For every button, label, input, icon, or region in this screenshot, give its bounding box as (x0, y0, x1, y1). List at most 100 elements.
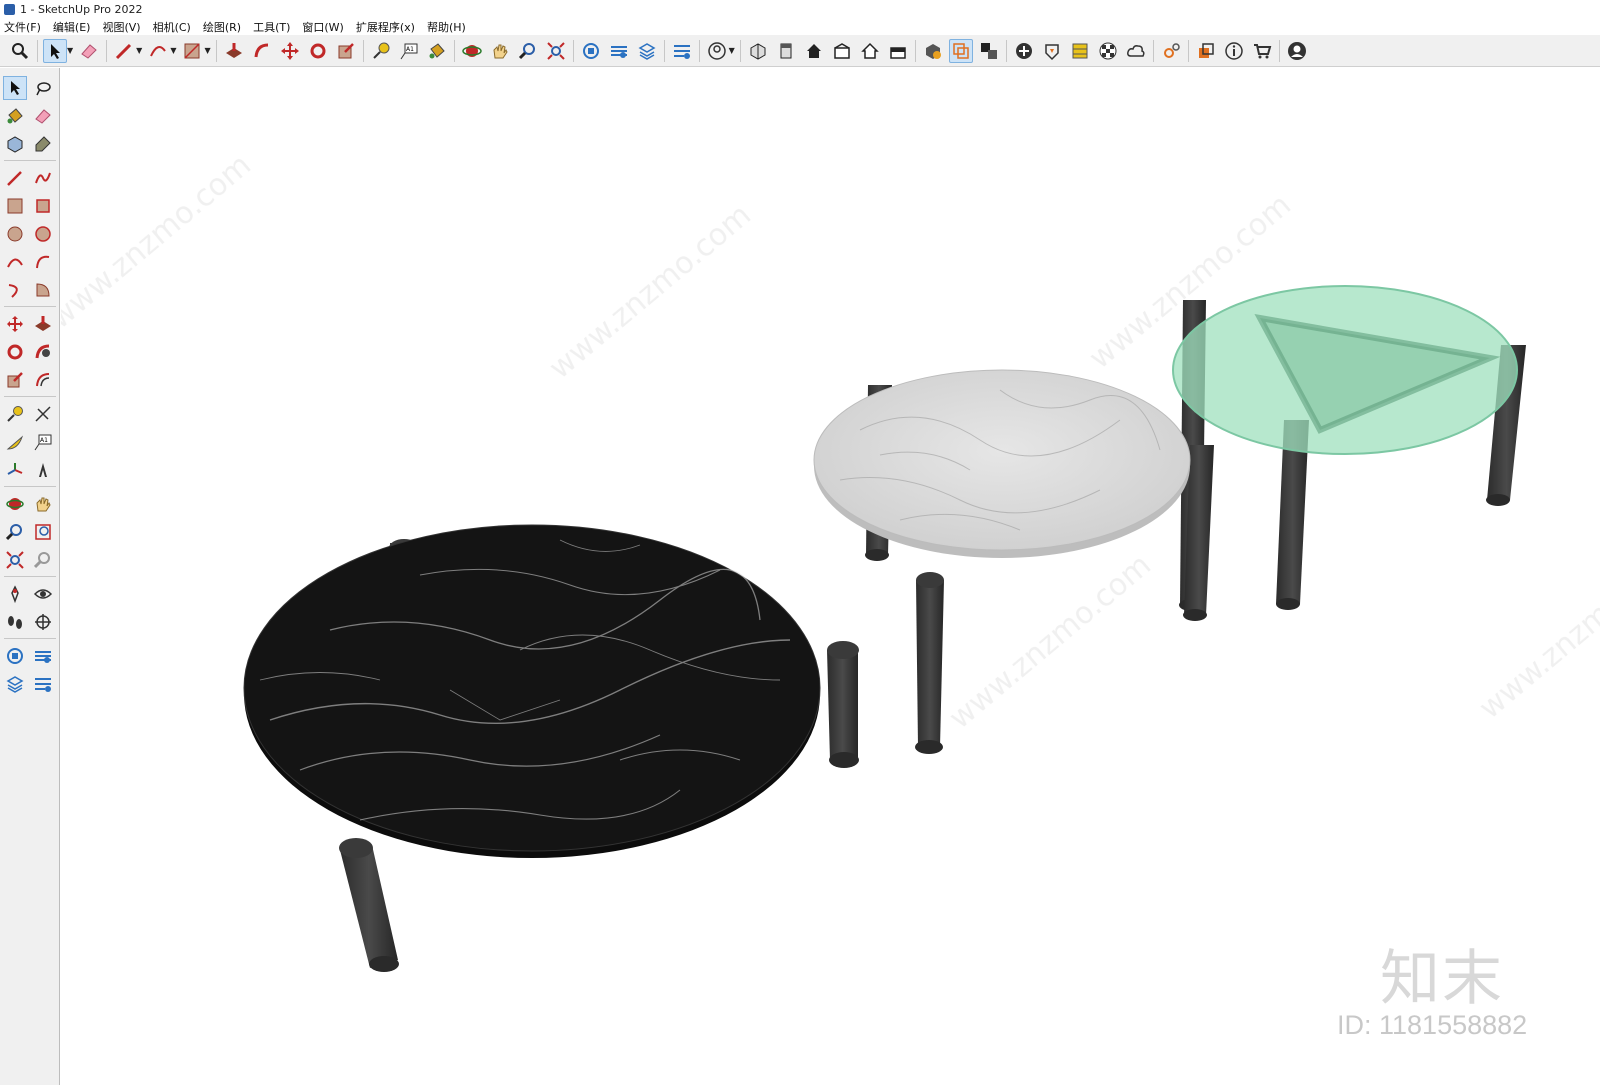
black-marble-table[interactable] (243, 524, 859, 972)
pan-tool-icon[interactable] (31, 492, 55, 516)
line-tool-icon[interactable] (3, 166, 27, 190)
arc-dropdown-icon[interactable]: ▼ (170, 46, 176, 55)
solid-tools-icon[interactable] (921, 39, 945, 63)
text-tool-icon[interactable]: A1 (31, 430, 55, 454)
extension-manager-icon[interactable] (31, 672, 55, 696)
pencil-dropdown-icon[interactable]: ▼ (136, 46, 142, 55)
menu-window[interactable]: 窗口(W) (302, 19, 343, 35)
dimension-tool-icon[interactable] (31, 402, 55, 426)
iso-view-icon[interactable] (746, 39, 770, 63)
3d-viewport[interactable]: www.znzmo.com www.znzmo.com www.znzmo.co… (61, 68, 1600, 1085)
left-view-icon[interactable] (886, 39, 910, 63)
eraser-tool-icon[interactable] (31, 104, 55, 128)
display-section-icon[interactable] (977, 39, 1001, 63)
menu-help[interactable]: 帮助(H) (427, 19, 466, 35)
layout-icon[interactable] (635, 39, 659, 63)
zoom-tool-icon[interactable] (3, 520, 27, 544)
scenes-icon[interactable] (1194, 39, 1218, 63)
user-icon[interactable] (705, 39, 729, 63)
two-point-arc-icon[interactable] (31, 250, 55, 274)
glass-table[interactable] (1172, 285, 1526, 611)
scale-icon[interactable] (334, 39, 358, 63)
text-icon[interactable]: A1 (397, 39, 421, 63)
rotate-icon[interactable] (306, 39, 330, 63)
menu-extensions[interactable]: 扩展程序(x) (356, 19, 415, 35)
sandbox-icon[interactable] (1040, 39, 1064, 63)
move-icon[interactable] (278, 39, 302, 63)
pencil-icon[interactable] (112, 39, 136, 63)
user-dropdown-icon[interactable]: ▼ (729, 46, 735, 55)
rotated-rectangle-icon[interactable] (31, 194, 55, 218)
push-pull-icon[interactable] (222, 39, 246, 63)
rectangle-icon[interactable] (180, 39, 204, 63)
axes-tool-icon[interactable] (3, 458, 27, 482)
lasso-icon[interactable] (31, 76, 55, 100)
section-plane-tool-icon[interactable] (31, 610, 55, 634)
circle-tool-icon[interactable] (3, 222, 27, 246)
pie-tool-icon[interactable] (31, 278, 55, 302)
zoom-extents-icon[interactable] (544, 39, 568, 63)
section-plane-icon[interactable] (948, 38, 973, 63)
scale-tool-icon[interactable] (3, 368, 27, 392)
cloud-icon[interactable] (1124, 39, 1148, 63)
front-view-icon[interactable] (802, 39, 826, 63)
layout-tool-icon[interactable] (3, 672, 27, 696)
add-location-icon[interactable] (1012, 39, 1036, 63)
arc-tool-icon[interactable] (3, 250, 27, 274)
extension-warehouse-icon[interactable] (607, 39, 631, 63)
select-dropdown-icon[interactable]: ▼ (67, 46, 73, 55)
make-component-icon[interactable] (3, 132, 27, 156)
zoom-window-icon[interactable] (516, 39, 540, 63)
menu-draw[interactable]: 绘图(R) (203, 19, 241, 35)
cart-icon[interactable] (1250, 39, 1274, 63)
3d-text-icon[interactable] (31, 458, 55, 482)
extension-tool-icon[interactable] (31, 644, 55, 668)
protractor-tool-icon[interactable] (3, 430, 27, 454)
follow-me-icon[interactable] (250, 39, 274, 63)
menu-file[interactable]: 文件(F) (4, 19, 41, 35)
arc-icon[interactable] (146, 39, 170, 63)
styles-icon[interactable] (670, 39, 694, 63)
3d-warehouse-icon[interactable] (579, 39, 603, 63)
follow-me-tool-icon[interactable] (31, 340, 55, 364)
previous-view-icon[interactable] (31, 548, 55, 572)
freehand-icon[interactable] (31, 166, 55, 190)
menu-edit[interactable]: 编辑(E) (53, 19, 91, 35)
three-point-arc-icon[interactable] (3, 278, 27, 302)
right-view-icon[interactable] (830, 39, 854, 63)
top-view-icon[interactable] (774, 39, 798, 63)
polygon-tool-icon[interactable] (31, 222, 55, 246)
account-icon[interactable] (1285, 39, 1309, 63)
paint-bucket-icon[interactable] (425, 39, 449, 63)
settings-icon[interactable] (1159, 39, 1183, 63)
rotate-tool-icon[interactable] (3, 340, 27, 364)
back-view-icon[interactable] (858, 39, 882, 63)
rectangle-tool-icon[interactable] (3, 194, 27, 218)
texture-icon[interactable] (1096, 39, 1120, 63)
position-camera-icon[interactable] (3, 582, 27, 606)
walk-icon[interactable] (3, 610, 27, 634)
info-icon[interactable] (1222, 39, 1246, 63)
white-marble-table[interactable] (813, 369, 1214, 754)
pan-icon[interactable] (488, 39, 512, 63)
eraser-icon[interactable] (77, 39, 101, 63)
menu-tools[interactable]: 工具(T) (253, 19, 290, 35)
tape-measure-icon[interactable] (369, 39, 393, 63)
select-icon[interactable] (43, 38, 67, 63)
look-around-icon[interactable] (31, 582, 55, 606)
orbit-icon[interactable] (460, 39, 484, 63)
move-tool-icon[interactable] (3, 312, 27, 336)
tag-tool-icon[interactable] (31, 132, 55, 156)
zoom-extents-tool-icon[interactable] (3, 548, 27, 572)
zoom-icon[interactable] (8, 39, 32, 63)
rectangle-dropdown-icon[interactable]: ▼ (204, 46, 210, 55)
tape-measure-tool-icon[interactable] (3, 402, 27, 426)
material-icon[interactable] (1068, 39, 1092, 63)
select-tool-icon[interactable] (3, 76, 27, 100)
orbit-tool-icon[interactable] (3, 492, 27, 516)
offset-tool-icon[interactable] (31, 368, 55, 392)
push-pull-tool-icon[interactable] (31, 312, 55, 336)
warehouse-tool-icon[interactable] (3, 644, 27, 668)
menu-camera[interactable]: 相机(C) (153, 19, 191, 35)
menu-view[interactable]: 视图(V) (102, 19, 140, 35)
